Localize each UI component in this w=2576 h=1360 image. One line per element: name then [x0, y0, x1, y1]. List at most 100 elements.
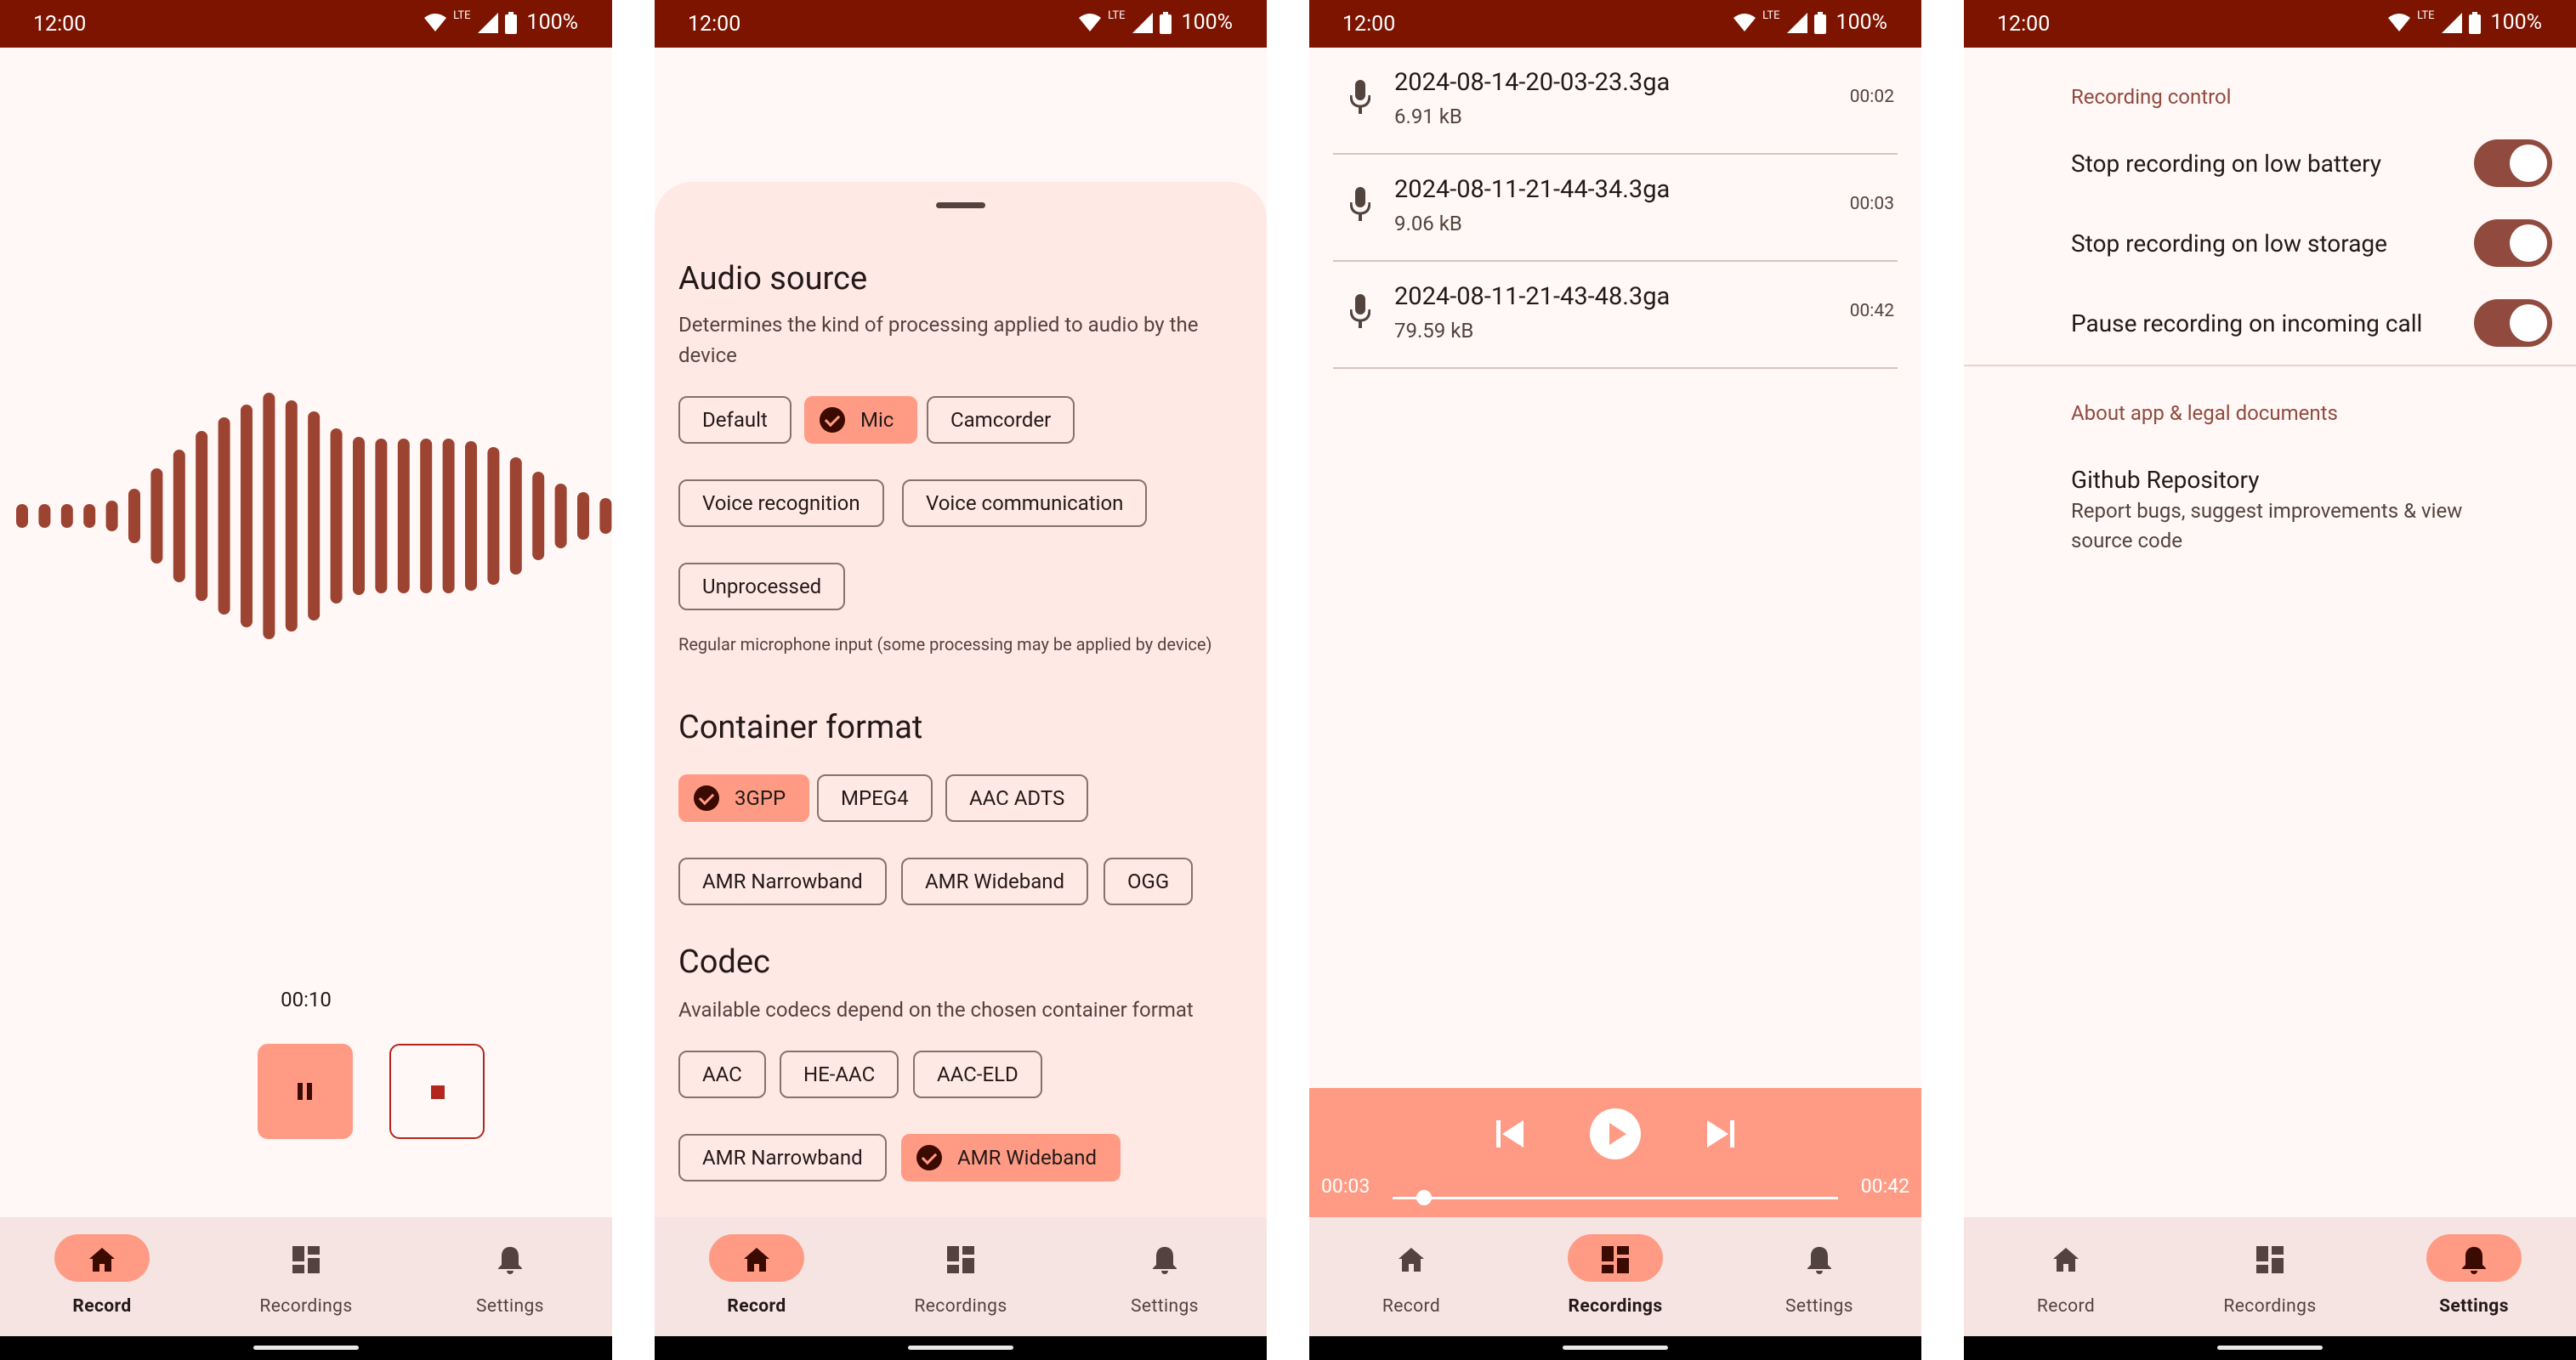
nav-recordings[interactable]: Recordings	[1513, 1217, 1717, 1336]
chip-codec-amr-wb[interactable]: AMR Wideband	[901, 1134, 1121, 1182]
gesture-handle	[1563, 1346, 1668, 1350]
bell-icon	[1807, 1247, 1831, 1274]
nav-recordings[interactable]: Recordings	[2168, 1217, 2372, 1336]
chip-label: Unprocessed	[702, 575, 822, 598]
container-format-title: Container format	[678, 709, 923, 746]
chip-label: AMR Wideband	[925, 870, 1065, 893]
toggle-low-storage[interactable]	[2474, 219, 2552, 267]
stop-button[interactable]	[389, 1044, 485, 1139]
home-icon	[1399, 1248, 1424, 1272]
chip-label: Voice communication	[926, 491, 1124, 515]
recording-item[interactable]: 2024-08-11-21-44-34.3ga 9.06 kB 00:03	[1333, 155, 1898, 262]
nav-recordings[interactable]: Recordings	[204, 1217, 408, 1336]
nav-record[interactable]: Record	[0, 1217, 204, 1336]
gesture-handle	[2217, 1346, 2323, 1350]
nav-recordings[interactable]: Recordings	[859, 1217, 1063, 1336]
dashboard-icon	[947, 1246, 974, 1273]
chip-label: HE-AAC	[803, 1062, 876, 1086]
chip-label: AAC	[702, 1062, 742, 1086]
chip-format-amr-nb[interactable]: AMR Narrowband	[678, 858, 887, 905]
recording-item[interactable]: 2024-08-14-20-03-23.3ga 6.91 kB 00:02	[1333, 48, 1898, 155]
nav-record[interactable]: Record	[655, 1217, 859, 1336]
waveform-bar	[196, 431, 208, 601]
github-repo-title[interactable]: Github Repository	[2071, 466, 2259, 494]
chip-label: AMR Narrowband	[702, 1146, 863, 1170]
audio-source-hint: Regular microphone input (some processin…	[678, 634, 1212, 654]
waveform-bar	[487, 447, 500, 585]
status-bar: 12:00 LTE 100%	[1964, 0, 2576, 48]
nav-settings-label: Settings	[1131, 1296, 1199, 1317]
nav-settings[interactable]: Settings	[2372, 1217, 2576, 1336]
nav-settings-label: Settings	[1785, 1296, 1853, 1317]
seek-track[interactable]	[1393, 1197, 1838, 1199]
toggle-low-battery[interactable]	[2474, 139, 2552, 187]
status-icons: LTE 100%	[1079, 9, 1233, 35]
chip-label: AMR Wideband	[957, 1146, 1098, 1170]
chip-codec-aac[interactable]: AAC	[678, 1051, 766, 1098]
drag-handle[interactable]	[936, 202, 985, 208]
nav-settings[interactable]: Settings	[408, 1217, 612, 1336]
nav-record[interactable]: Record	[1964, 1217, 2168, 1336]
player-current-time: 00:03	[1321, 1175, 1370, 1198]
status-time: 12:00	[688, 12, 741, 37]
nav-record[interactable]: Record	[1309, 1217, 1513, 1336]
waveform-bar	[218, 417, 230, 615]
recording-size: 9.06 kB	[1394, 212, 1462, 235]
gesture-bar	[1964, 1336, 2576, 1360]
codec-title: Codec	[678, 944, 770, 981]
nav-settings[interactable]: Settings	[1063, 1217, 1267, 1336]
elapsed-time: 00:10	[281, 988, 332, 1012]
waveform-bar	[442, 439, 455, 593]
recording-item[interactable]: 2024-08-11-21-43-48.3ga 79.59 kB 00:42	[1333, 262, 1898, 369]
player-total-time: 00:42	[1860, 1175, 1909, 1198]
audio-source-description: Determines the kind of processing applie…	[678, 313, 1199, 367]
skip-previous-icon[interactable]	[1493, 1119, 1527, 1149]
chip-audio-camcorder[interactable]: Camcorder	[927, 396, 1075, 444]
toggle-knob	[2510, 224, 2547, 262]
waveform-bar	[330, 428, 343, 604]
chip-codec-amr-nb[interactable]: AMR Narrowband	[678, 1134, 887, 1182]
chip-format-3gpp[interactable]: 3GPP	[678, 774, 810, 822]
waveform-bar	[285, 400, 298, 632]
waveform-bar	[397, 439, 410, 593]
home-icon	[744, 1248, 769, 1272]
chip-format-ogg[interactable]: OGG	[1104, 858, 1194, 905]
recording-size: 79.59 kB	[1394, 319, 1474, 343]
github-repo-description[interactable]: Report bugs, suggest improvements & view…	[2071, 496, 2513, 556]
chip-audio-default[interactable]: Default	[678, 396, 792, 444]
chip-label: AAC-ELD	[937, 1062, 1018, 1086]
recording-duration: 00:02	[1849, 87, 1894, 107]
chip-format-mpeg4[interactable]: MPEG4	[817, 774, 933, 822]
setting-low-storage-label: Stop recording on low storage	[2071, 230, 2387, 258]
play-button[interactable]	[1590, 1108, 1641, 1159]
mic-icon	[1350, 80, 1370, 114]
waveform-bar	[577, 492, 589, 540]
toggle-knob	[2510, 304, 2547, 342]
nav-settings[interactable]: Settings	[1717, 1217, 1921, 1336]
pause-button[interactable]	[258, 1044, 353, 1139]
waveform-bar	[465, 441, 477, 591]
chip-codec-aac-eld[interactable]: AAC-ELD	[913, 1051, 1042, 1098]
bottom-nav: Record Recordings Settings	[655, 1217, 1267, 1336]
chip-label: Mic	[860, 408, 894, 432]
chip-format-amr-wb[interactable]: AMR Wideband	[901, 858, 1089, 905]
chip-audio-voice-communication[interactable]: Voice communication	[902, 479, 1148, 527]
seek-thumb[interactable]	[1416, 1190, 1432, 1205]
nav-record-label: Record	[72, 1296, 132, 1317]
status-bar: 12:00 LTE 100%	[1309, 0, 1921, 48]
skip-next-icon[interactable]	[1704, 1119, 1738, 1149]
record-screen: 12:00 LTE 100% 00:10 Record Recordings S…	[0, 0, 612, 1360]
chip-audio-mic[interactable]: Mic	[804, 396, 918, 444]
chip-codec-he-aac[interactable]: HE-AAC	[780, 1051, 899, 1098]
waveform-bar	[150, 468, 163, 564]
nav-recordings-label: Recordings	[2223, 1296, 2317, 1317]
waveform-bar	[38, 504, 51, 528]
battery-icon	[1813, 11, 1826, 34]
toggle-incoming-call[interactable]	[2474, 299, 2552, 347]
waveform-bar	[105, 501, 118, 531]
status-icons: LTE 100%	[2388, 9, 2542, 35]
chip-audio-voice-recognition[interactable]: Voice recognition	[678, 479, 884, 527]
status-time: 12:00	[1342, 12, 1396, 37]
chip-format-aac-adts[interactable]: AAC ADTS	[945, 774, 1089, 822]
chip-audio-unprocessed[interactable]: Unprocessed	[678, 563, 846, 610]
